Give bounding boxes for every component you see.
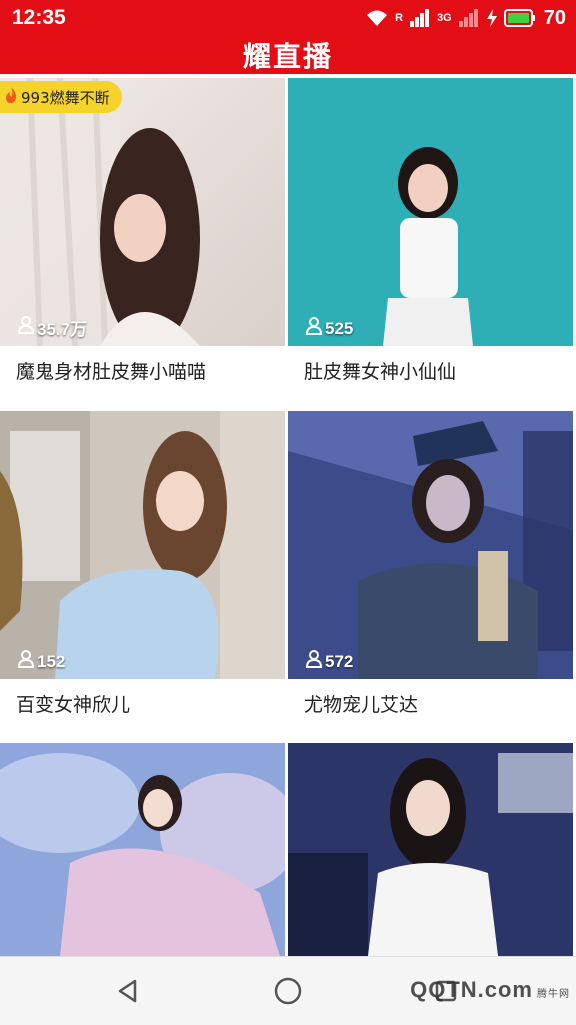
stream-card[interactable]: 993燃舞不断 35.7万 魔鬼身材肚皮舞小喵喵 [0, 78, 285, 408]
watermark-small: 腾牛网 [537, 989, 570, 1000]
battery-percent: 70 [543, 6, 566, 29]
badge-text: 993燃舞不断 [21, 88, 110, 107]
stream-thumbnail[interactable]: 525 [288, 78, 573, 346]
stream-title: 百变女神欣儿 [16, 694, 131, 716]
person-icon [305, 650, 323, 673]
battery-icon [503, 9, 536, 27]
stream-thumbnail[interactable]: 572 [288, 411, 573, 679]
viewer-count: 572 [305, 650, 354, 673]
viewer-count: 525 [305, 317, 354, 340]
network-type: 3G [437, 12, 452, 24]
flame-icon [4, 86, 18, 108]
viewer-count: 35.7万 [17, 315, 88, 340]
stream-thumbnail[interactable] [288, 743, 573, 956]
stream-card[interactable] [288, 743, 573, 956]
home-circle-icon[interactable] [272, 975, 304, 1007]
stream-title: 尤物宠儿艾达 [304, 694, 419, 716]
system-nav-bar: QQTN.com 腾牛网 [0, 956, 576, 1025]
back-triangle-icon[interactable] [112, 975, 144, 1007]
person-icon [17, 316, 35, 339]
hot-badge: 993燃舞不断 [0, 81, 122, 113]
roaming-label: R [395, 12, 404, 24]
viewer-count-value: 152 [37, 651, 66, 671]
clock: 12:35 [12, 6, 66, 29]
signal-icon [409, 8, 431, 28]
watermark: QQTN.com 腾牛网 [410, 977, 570, 1003]
watermark-text: QQTN.com [410, 977, 533, 1002]
stream-card[interactable]: 572 尤物宠儿艾达 [288, 411, 573, 741]
viewer-count: 152 [17, 650, 66, 673]
stream-title: 魔鬼身材肚皮舞小喵喵 [16, 361, 207, 383]
stream-thumbnail[interactable]: 152 [0, 411, 285, 679]
stream-grid: 993燃舞不断 35.7万 魔鬼身材肚皮舞小喵喵 525 肚皮舞女神小仙仙 15… [0, 78, 576, 956]
person-icon [305, 317, 323, 340]
stream-thumbnail[interactable]: 993燃舞不断 35.7万 [0, 78, 285, 346]
signal-weak-icon [458, 8, 480, 28]
viewer-count-value: 525 [325, 318, 354, 338]
stream-thumbnail[interactable] [0, 743, 285, 956]
stream-card[interactable]: 525 肚皮舞女神小仙仙 [288, 78, 573, 408]
wifi-icon [365, 8, 389, 28]
app-header: 耀直播 [0, 36, 576, 74]
status-bar: 12:35 R 3G 70 [0, 0, 576, 36]
status-icons: R 3G 70 [365, 4, 566, 32]
stream-card[interactable] [0, 743, 285, 956]
page-title: 耀直播 [242, 40, 333, 73]
stream-card[interactable]: 152 百变女神欣儿 [0, 411, 285, 741]
viewer-count-value: 572 [325, 651, 354, 671]
person-icon [17, 650, 35, 673]
viewer-count-value: 35.7万 [37, 320, 88, 339]
stream-title: 肚皮舞女神小仙仙 [304, 361, 457, 383]
charging-icon [486, 8, 498, 28]
